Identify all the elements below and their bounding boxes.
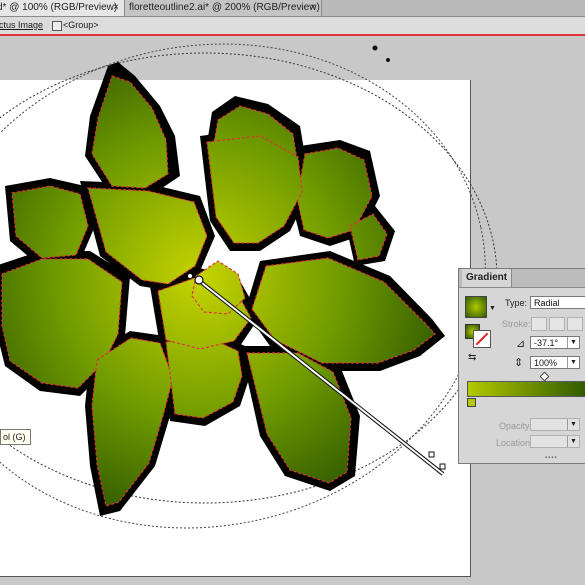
gradient-color-stop[interactable]	[467, 398, 476, 407]
opacity-label: Opacity:	[499, 421, 533, 431]
type-value: Radial	[534, 298, 560, 308]
chevron-down-icon: ▼	[567, 419, 579, 430]
gradient-midpoint[interactable]	[539, 371, 550, 382]
type-select[interactable]: Radial	[530, 296, 585, 309]
breadcrumb-layer-link[interactable]: actus Image	[0, 17, 43, 34]
gradient-end-handle[interactable]	[439, 463, 446, 470]
angle-icon: ⊿	[516, 338, 526, 350]
tool-tooltip: ol (G)	[0, 429, 31, 445]
stroke-across-button[interactable]	[567, 317, 583, 331]
ellipse-handle[interactable]	[372, 45, 378, 51]
gradient-swatch[interactable]	[465, 296, 487, 318]
panel-tab-gradient[interactable]: Gradient	[462, 269, 513, 287]
chevron-down-icon[interactable]: ▼	[567, 357, 579, 368]
chevron-down-icon[interactable]: ▼	[489, 305, 496, 312]
group-icon	[52, 21, 62, 31]
type-label: Type:	[505, 298, 528, 308]
close-icon[interactable]: ×	[310, 0, 316, 16]
isolation-breadcrumb: actus Image <Group>	[0, 17, 585, 36]
location-input[interactable]: ▼	[530, 435, 580, 448]
document-tab-bar: d* @ 100% (RGB/Preview) × floretteoutlin…	[0, 0, 585, 17]
stroke-along-button[interactable]	[549, 317, 565, 331]
gradient-center-handle[interactable]	[187, 273, 193, 279]
tab-floretteoutline[interactable]: floretteoutline2.ai* @ 200% (RGB/Preview…	[125, 0, 322, 16]
flower-leaves[interactable]	[1, 75, 436, 507]
stroke-within-button[interactable]	[531, 317, 547, 331]
tab-active-document[interactable]: d* @ 100% (RGB/Preview) ×	[0, 0, 125, 16]
opacity-input[interactable]: ▼	[530, 418, 580, 431]
tab-label: d* @ 100% (RGB/Preview)	[0, 2, 118, 13]
gradient-stop-handle[interactable]	[428, 451, 435, 458]
chevron-down-icon: ▼	[567, 436, 579, 447]
angle-value: -37.1°	[534, 338, 559, 348]
panel-header: Gradient	[459, 269, 585, 288]
aspect-ratio-input[interactable]: 100% ▼	[530, 356, 580, 369]
location-label: Location:	[496, 438, 533, 448]
aspect-ratio-icon: ⇕	[514, 357, 524, 369]
tab-label: floretteoutline2.ai* @ 200% (RGB/Preview…	[129, 2, 320, 13]
breadcrumb-group[interactable]: <Group>	[63, 17, 99, 34]
gradient-slider[interactable]	[467, 381, 585, 397]
aspect-ratio-value: 100%	[534, 358, 558, 368]
gradient-panel: Gradient ▼ Type: Radial Stroke: ⊿ -37.1°…	[458, 268, 585, 464]
reverse-gradient-icon[interactable]: ⇆	[468, 352, 476, 363]
chevron-down-icon[interactable]: ▼	[567, 337, 579, 348]
resize-grip-icon[interactable]: ▪▪▪▪	[545, 455, 558, 461]
stroke-swatch[interactable]	[473, 330, 491, 348]
angle-input[interactable]: -37.1° ▼	[530, 336, 580, 349]
gradient-origin-handle[interactable]	[194, 275, 204, 285]
close-icon[interactable]: ×	[113, 0, 119, 16]
ellipse-handle[interactable]	[386, 58, 390, 62]
stroke-label: Stroke:	[502, 319, 531, 329]
